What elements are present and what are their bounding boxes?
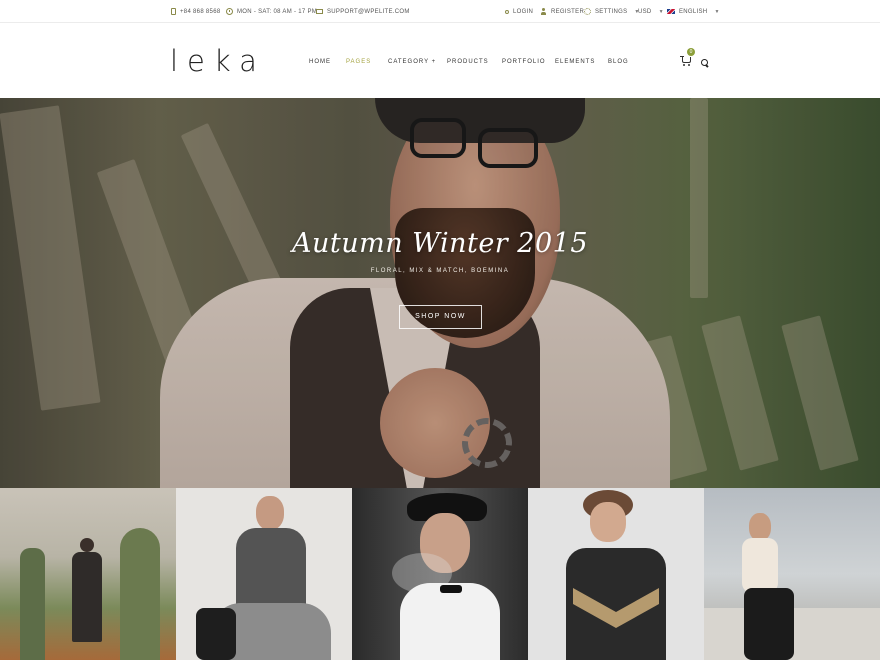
hours-info: MON - SAT: 08 AM - 17 PM	[226, 0, 317, 23]
nav-products[interactable]: PRODUCTS	[447, 59, 489, 65]
gear-icon	[584, 8, 591, 15]
nav-home[interactable]: HOME	[309, 59, 331, 65]
thumbnail-5[interactable]	[704, 488, 880, 660]
support-email[interactable]: SUPPORT@WPELITE.COM	[327, 9, 410, 15]
site-logo[interactable]: leka	[170, 47, 266, 76]
shop-now-button[interactable]: SHOP NOW	[399, 305, 482, 329]
thumbnail-2[interactable]	[176, 488, 352, 660]
thumbnail-4[interactable]	[528, 488, 704, 660]
collection-thumbnails	[0, 488, 880, 660]
clock-icon	[226, 8, 233, 15]
login-label: LOGIN	[513, 8, 534, 15]
site-header: leka HOME PAGES CATEGORY + PRODUCTS PORT…	[0, 23, 880, 98]
email-info[interactable]: SUPPORT@WPELITE.COM	[316, 0, 410, 23]
thumbnail-3[interactable]	[352, 488, 528, 660]
settings-dropdown[interactable]: SETTINGS ▼	[584, 0, 640, 23]
phone-icon	[171, 8, 176, 15]
phone-info: +84 868 8568	[171, 0, 220, 23]
login-link[interactable]: LOGIN	[505, 0, 533, 23]
nav-portfolio[interactable]: PORTFOLIO	[502, 59, 546, 65]
register-label: REGISTER	[551, 8, 585, 15]
language-label: ENGLISH	[679, 8, 708, 15]
hero-title: Autumn Winter 2015	[291, 228, 589, 259]
nav-category[interactable]: CATEGORY +	[388, 59, 436, 65]
chevron-down-icon: ▼	[714, 8, 720, 15]
thumbnail-1[interactable]	[0, 488, 176, 660]
key-icon	[505, 9, 509, 14]
hero-banner: Autumn Winter 2015 FLORAL, MIX & MATCH, …	[0, 98, 880, 488]
model-figure	[400, 583, 500, 660]
phone-number: +84 868 8568	[180, 8, 221, 15]
nav-elements[interactable]: ELEMENTS	[555, 59, 595, 65]
hero-subtitle: FLORAL, MIX & MATCH, BOEMINA	[370, 268, 510, 274]
opening-hours: MON - SAT: 08 AM - 17 PM	[237, 8, 318, 15]
mail-icon	[316, 9, 323, 14]
nav-pages[interactable]: PAGES	[346, 59, 371, 65]
flag-icon	[667, 9, 675, 14]
settings-label: SETTINGS	[595, 8, 628, 15]
nav-blog[interactable]: BLOG	[608, 59, 629, 65]
model-figure	[742, 538, 778, 593]
currency-dropdown[interactable]: USD ▼	[638, 0, 664, 23]
currency-label: USD	[638, 8, 652, 15]
language-dropdown[interactable]: ENGLISH ▼	[667, 0, 720, 23]
chevron-down-icon: ▼	[658, 8, 664, 15]
register-link[interactable]: REGISTER	[540, 0, 584, 23]
cart-icon[interactable]	[680, 56, 692, 66]
model-figure	[72, 552, 102, 642]
top-bar: +84 868 8568 MON - SAT: 08 AM - 17 PM SU…	[0, 0, 880, 23]
search-icon[interactable]	[701, 59, 708, 66]
user-icon	[540, 8, 547, 15]
cart-count-badge: 0	[687, 48, 695, 56]
